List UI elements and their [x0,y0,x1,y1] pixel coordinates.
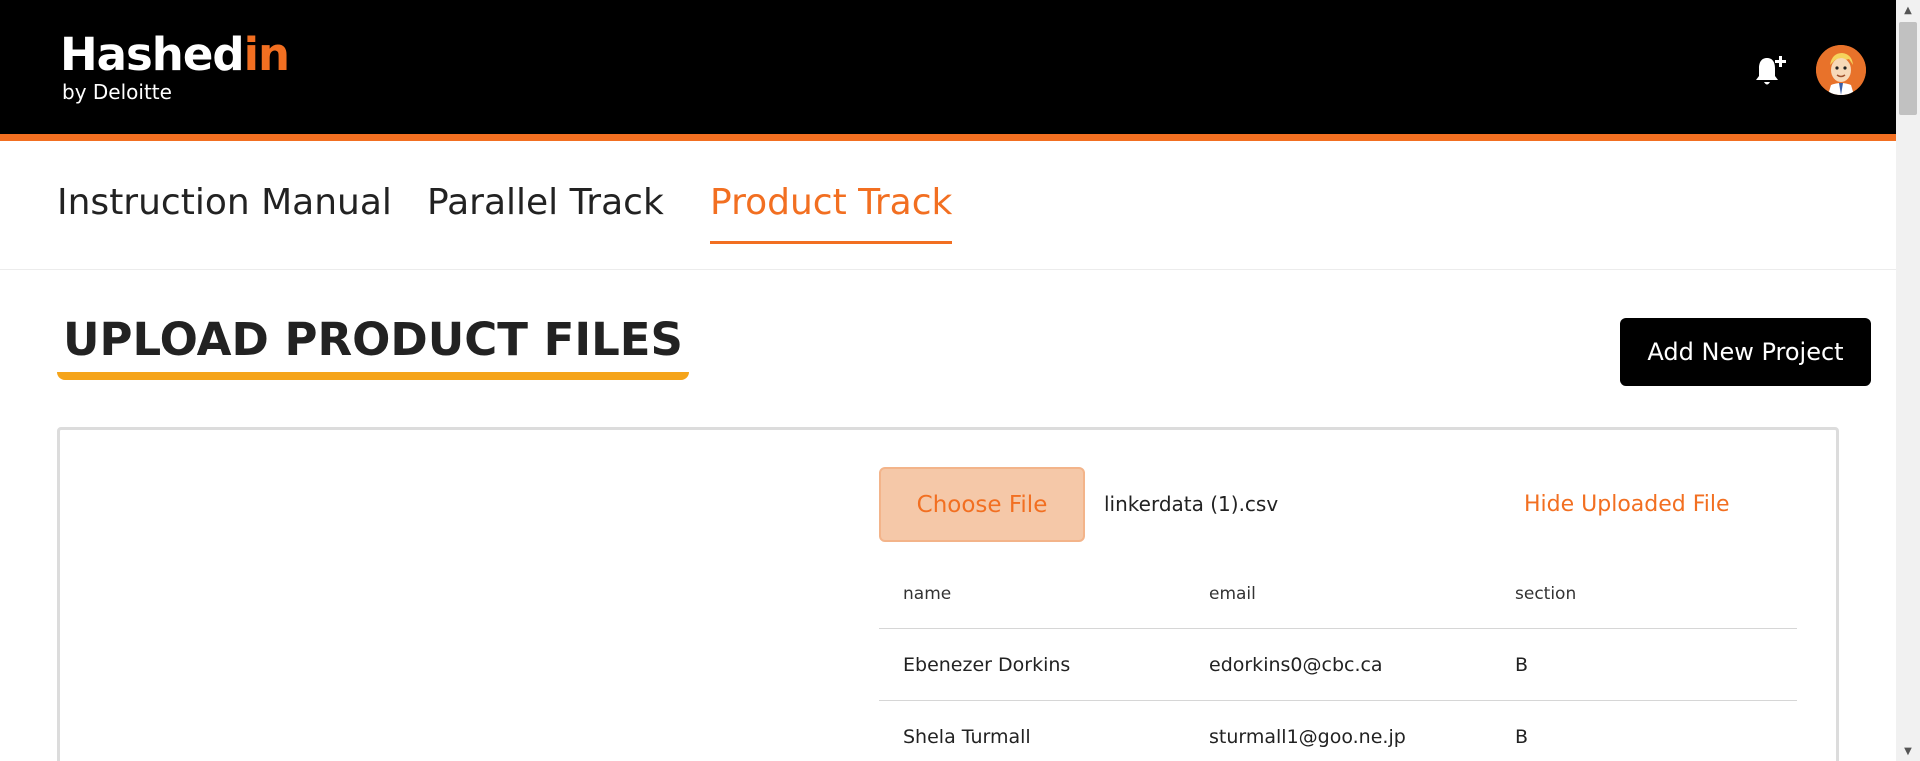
table-cell-section: B [1515,653,1529,676]
scrollbar-thumb[interactable] [1899,22,1917,115]
table-row: Ebenezer Dorkins edorkins0@cbc.ca B [879,629,1797,701]
column-header-name: name [903,584,952,604]
vertical-scrollbar[interactable]: ▲ ▼ [1896,0,1920,761]
scroll-down-arrow-icon[interactable]: ▼ [1896,741,1920,761]
logo-subtitle: by Deloitte [62,80,172,104]
section-heading: UPLOAD PRODUCT FILES [57,313,689,380]
table-row: Shela Turmall sturmall1@goo.ne.jp B [879,701,1797,761]
table-cell-section: B [1515,725,1529,748]
track-tabs: Instruction Manual Parallel Track Produc… [0,148,1896,270]
hide-uploaded-file-link[interactable]: Hide Uploaded File [1524,492,1730,517]
scroll-up-arrow-icon[interactable]: ▲ [1896,0,1920,20]
logo-wordmark-accent: in [243,28,290,81]
add-new-project-button[interactable]: Add New Project [1620,318,1871,386]
table-header-row: name email section [879,560,1797,629]
logo-wordmark-prefix: Hashed [60,28,245,81]
top-header: Hashedin by Deloitte [0,0,1896,141]
table-cell-name: Shela Turmall [903,725,1031,748]
selected-file-name: linkerdata (1).csv [1104,492,1279,516]
notification-bell-icon[interactable] [1752,52,1788,90]
tab-product-track[interactable]: Product Track [710,182,953,244]
page: Hashedin by Deloitte Instruction Manual … [0,0,1896,761]
column-header-email: email [1209,584,1256,604]
logo-wordmark: Hashedin [60,28,290,81]
table-cell-email: edorkins0@cbc.ca [1209,653,1383,676]
user-avatar[interactable] [1816,45,1866,95]
column-header-section: section [1515,584,1577,604]
tab-parallel-track[interactable]: Parallel Track [427,182,664,241]
table-cell-email: sturmall1@goo.ne.jp [1209,725,1406,748]
uploaded-file-table: name email section Ebenezer Dorkins edor… [879,560,1797,761]
section-heading-text: UPLOAD PRODUCT FILES [63,313,683,366]
table-body: Ebenezer Dorkins edorkins0@cbc.ca B Shel… [879,629,1797,761]
hashedin-logo[interactable]: Hashedin by Deloitte [60,28,290,105]
choose-file-button[interactable]: Choose File [879,467,1085,542]
table-cell-name: Ebenezer Dorkins [903,653,1071,676]
tab-instruction-manual[interactable]: Instruction Manual [57,182,392,241]
